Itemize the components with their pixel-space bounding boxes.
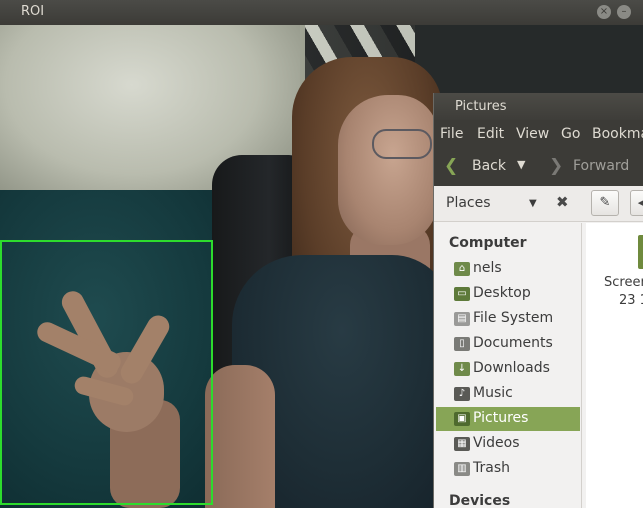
sidebar-item-documents[interactable]: ▯ Documents xyxy=(436,332,580,356)
file-manager-titlebar[interactable]: Pictures xyxy=(434,93,643,120)
home-folder-icon: ⌂ xyxy=(454,262,470,276)
trash-icon: ▥ xyxy=(454,462,470,476)
menu-file[interactable]: File xyxy=(440,126,463,142)
sidebar-item-label: Downloads xyxy=(473,360,550,376)
menu-view[interactable]: View xyxy=(516,126,549,142)
edit-location-button[interactable]: ✎ xyxy=(591,190,619,216)
menu-go[interactable]: Go xyxy=(561,126,580,142)
videos-folder-icon: ▦ xyxy=(454,437,470,451)
drive-icon: ▤ xyxy=(454,312,470,326)
sidebar-item-trash[interactable]: ▥ Trash xyxy=(436,457,580,481)
menubar: File Edit View Go Bookma xyxy=(434,120,643,148)
sidebar-item-label: Pictures xyxy=(473,410,529,426)
forward-button[interactable]: Forward xyxy=(573,158,629,174)
desktop-icon: ▭ xyxy=(454,287,470,301)
person-face xyxy=(338,95,438,245)
back-arrow-icon[interactable]: ❮ xyxy=(444,156,458,176)
sidebar-item-label: File System xyxy=(473,310,554,326)
file-manager-window: Pictures File Edit View Go Bookma ❮ Back… xyxy=(433,93,643,508)
places-selector[interactable]: Places xyxy=(446,195,491,211)
back-button[interactable]: Back xyxy=(472,158,506,174)
sidebar-item-videos[interactable]: ▦ Videos xyxy=(436,432,580,456)
sidebar-heading-devices: Devices xyxy=(449,493,511,508)
image-file-icon[interactable] xyxy=(638,235,643,269)
downloads-folder-icon: ↓ xyxy=(454,362,470,376)
sidebar-item-nels[interactable]: ⌂ nels xyxy=(436,257,580,281)
close-sidebar-icon[interactable]: ✖ xyxy=(556,193,569,211)
sidebar-item-label: nels xyxy=(473,260,502,276)
path-scroll-left-button[interactable]: ◀ xyxy=(630,190,643,216)
file-view: Screen 23 1 xyxy=(586,223,643,508)
back-history-dropdown-icon[interactable]: ▼ xyxy=(517,158,525,171)
file-name-date[interactable]: 23 1 xyxy=(619,293,643,308)
forward-arrow-icon[interactable]: ❯ xyxy=(549,156,563,176)
pictures-folder-icon: ▣ xyxy=(454,412,470,426)
roi-bounding-box xyxy=(0,240,213,505)
person-glasses xyxy=(372,129,432,159)
file-name[interactable]: Screen xyxy=(604,275,643,290)
music-folder-icon: ♪ xyxy=(454,387,470,401)
places-bar: Places ▼ ✖ ✎ ◀ xyxy=(434,186,643,222)
menu-bookmarks[interactable]: Bookma xyxy=(592,126,643,142)
chevron-down-icon[interactable]: ▼ xyxy=(529,198,537,209)
sidebar-heading-computer: Computer xyxy=(449,235,527,251)
sidebar-item-label: Videos xyxy=(473,435,520,451)
minimize-icon[interactable]: – xyxy=(617,5,631,19)
sidebar-item-label: Trash xyxy=(473,460,510,476)
sidebar-item-label: Music xyxy=(473,385,513,401)
close-icon[interactable]: × xyxy=(597,5,611,19)
places-sidebar: Computer ⌂ nels ▭ Desktop ▤ File System … xyxy=(434,223,582,508)
sidebar-item-pictures[interactable]: ▣ Pictures xyxy=(436,407,580,431)
sidebar-item-file-system[interactable]: ▤ File System xyxy=(436,307,580,331)
person-arm xyxy=(205,365,275,508)
roi-window-title: ROI xyxy=(21,4,45,19)
sidebar-item-desktop[interactable]: ▭ Desktop xyxy=(436,282,580,306)
menu-edit[interactable]: Edit xyxy=(477,126,504,142)
toolbar: ❮ Back ▼ ❯ Forward xyxy=(434,148,643,186)
roi-titlebar[interactable]: ROI × – xyxy=(0,0,643,25)
sidebar-item-music[interactable]: ♪ Music xyxy=(436,382,580,406)
sidebar-item-downloads[interactable]: ↓ Downloads xyxy=(436,357,580,381)
sidebar-item-label: Desktop xyxy=(473,285,531,301)
documents-folder-icon: ▯ xyxy=(454,337,470,351)
file-manager-title: Pictures xyxy=(455,99,507,114)
sidebar-item-label: Documents xyxy=(473,335,553,351)
